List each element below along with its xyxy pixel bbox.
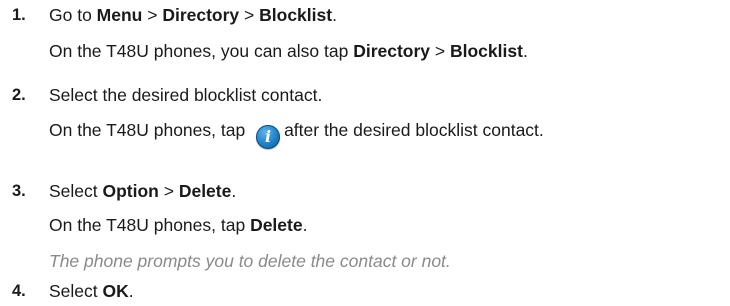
bold-term: Blocklist [449, 41, 523, 61]
bold-term: Option [102, 181, 159, 201]
bold-term: Menu [96, 5, 143, 25]
text-segment: . [522, 41, 528, 61]
text-segment: . [332, 5, 337, 25]
step-line: Select Option > Delete. [49, 180, 236, 202]
bold-term: OK [102, 281, 129, 301]
step-number: 2. [12, 86, 26, 104]
text-segment: . [302, 215, 308, 235]
text-segment: > [142, 5, 163, 25]
bold-term: Blocklist [259, 5, 333, 25]
bold-term: Delete [178, 181, 232, 201]
step-line: On the T48U phones, tap Delete. [49, 214, 307, 236]
text-segment: . [128, 281, 134, 301]
info-icon: i [256, 125, 281, 149]
step-number: 4. [12, 282, 26, 300]
text-segment: Go to [49, 5, 97, 25]
bold-term: Delete [250, 215, 303, 235]
bold-term: Directory [353, 41, 431, 61]
text-segment: On the T48U phones, tap [49, 215, 251, 235]
step-line: Go to Menu > Directory > Blocklist. [49, 4, 337, 26]
step-number: 1. [12, 6, 26, 24]
italic-note: The phone prompts you to delete the cont… [49, 251, 451, 271]
bold-term: Directory [162, 5, 240, 25]
text-segment: after the desired blocklist contact. [284, 120, 544, 140]
step-line: On the T48U phones, you can also tap Dir… [49, 40, 528, 62]
step-line: Select OK. [49, 280, 134, 302]
text-segment: > [158, 181, 179, 201]
text-segment: On the T48U phones, you can also tap [49, 41, 354, 61]
text-segment: . [231, 181, 237, 201]
text-segment: Select [49, 181, 103, 201]
step-number: 3. [12, 182, 26, 200]
text-segment: Select the desired blocklist contact. [49, 85, 323, 105]
step-line: On the T48U phones, tap i after the desir… [49, 119, 544, 149]
step-line: The phone prompts you to delete the cont… [49, 250, 451, 272]
text-segment: > [239, 5, 260, 25]
step-line: Select the desired blocklist contact. [49, 84, 322, 106]
text-segment: On the T48U phones, tap [49, 120, 251, 140]
text-segment: Select [49, 281, 103, 301]
text-segment: > [430, 41, 450, 61]
